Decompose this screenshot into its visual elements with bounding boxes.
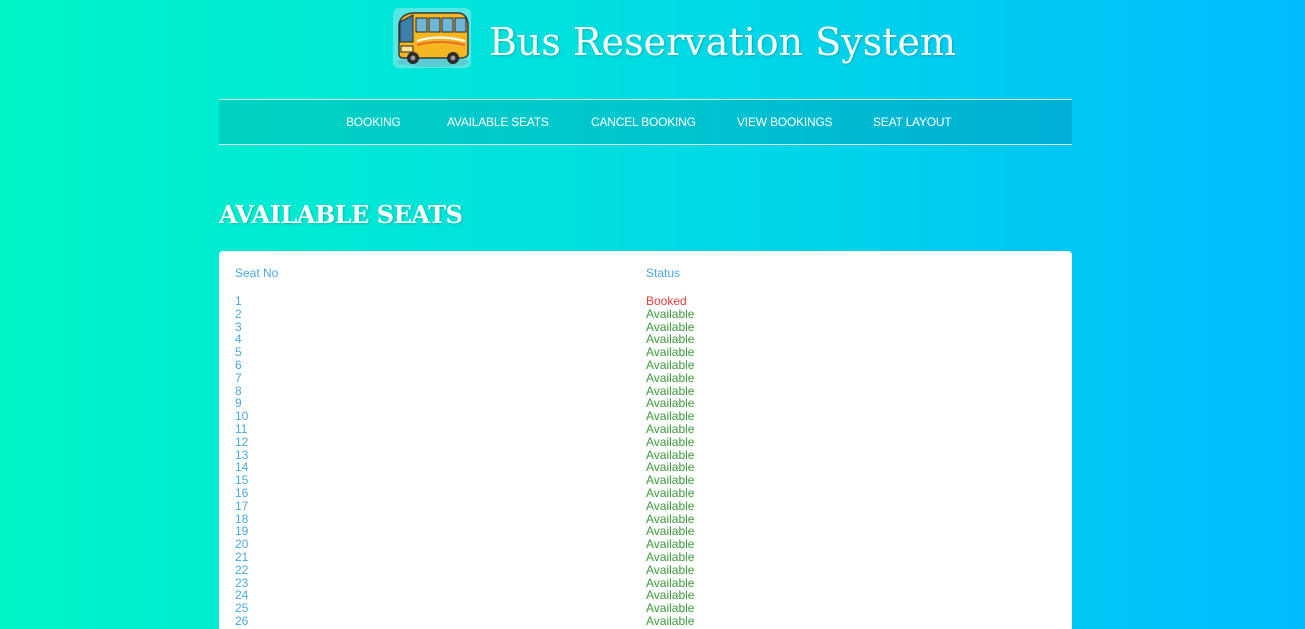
table-row: 7 Available	[219, 370, 1072, 385]
table-row: 11 Available	[219, 422, 1072, 436]
seat-number-link[interactable]: 16	[235, 486, 248, 500]
table-row: 12 Available	[219, 434, 1072, 449]
seat-status: Available	[646, 613, 695, 628]
column-header-seat-no: Seat No	[235, 266, 279, 280]
nav-booking[interactable]: BOOKING	[346, 114, 401, 130]
table-row: 26 Available	[219, 613, 1072, 628]
seat-status: Available	[646, 434, 695, 449]
main-nav: BOOKING AVAILABLE SEATS CANCEL BOOKING V…	[219, 99, 1072, 145]
table-row: 22 Available	[219, 562, 1072, 577]
seat-status: Available	[646, 498, 695, 513]
table-row: 17 Available	[219, 498, 1072, 513]
seats-table: Seat No Status 1 Booked 2 Available 3 Availab…	[219, 251, 1072, 629]
table-row: 21 Available	[219, 549, 1072, 564]
site-header: Bus Reservation System	[0, 0, 1305, 90]
seat-status: Available	[646, 549, 695, 564]
seat-status: Available	[646, 485, 695, 500]
seat-status: Available	[646, 562, 695, 577]
seat-number-link[interactable]: 2	[235, 307, 242, 321]
table-body: 1 Booked 2 Available 3 Available 4 Available 5 Av…	[219, 295, 1072, 628]
seat-number-link[interactable]: 26	[235, 614, 248, 628]
bus-icon	[393, 8, 471, 68]
table-row: 6 Available	[219, 358, 1072, 372]
seat-number-link[interactable]: 12	[235, 435, 248, 449]
nav-view-bookings[interactable]: VIEW BOOKINGS	[737, 114, 833, 130]
table-row: 16 Available	[219, 485, 1072, 500]
nav-available-seats[interactable]: AVAILABLE SEATS	[447, 114, 549, 130]
table-row: 1 Booked	[219, 295, 1072, 308]
table-row: 2 Available	[219, 306, 1072, 321]
seat-number-link[interactable]: 17	[235, 499, 248, 513]
nav-cancel-booking[interactable]: CANCEL BOOKING	[591, 114, 696, 130]
seat-number-link[interactable]: 7	[235, 371, 242, 385]
site-title: Bus Reservation System	[489, 20, 957, 64]
column-header-status: Status	[646, 266, 681, 280]
nav-seat-layout[interactable]: SEAT LAYOUT	[873, 114, 952, 130]
seat-number-link[interactable]: 22	[235, 563, 248, 577]
seat-number-link[interactable]: 21	[235, 550, 248, 564]
table-row: 25 Available	[219, 602, 1072, 615]
page-title: AVAILABLE SEATS	[219, 200, 463, 229]
seat-status: Available	[646, 306, 695, 321]
seat-status: Available	[646, 370, 695, 385]
